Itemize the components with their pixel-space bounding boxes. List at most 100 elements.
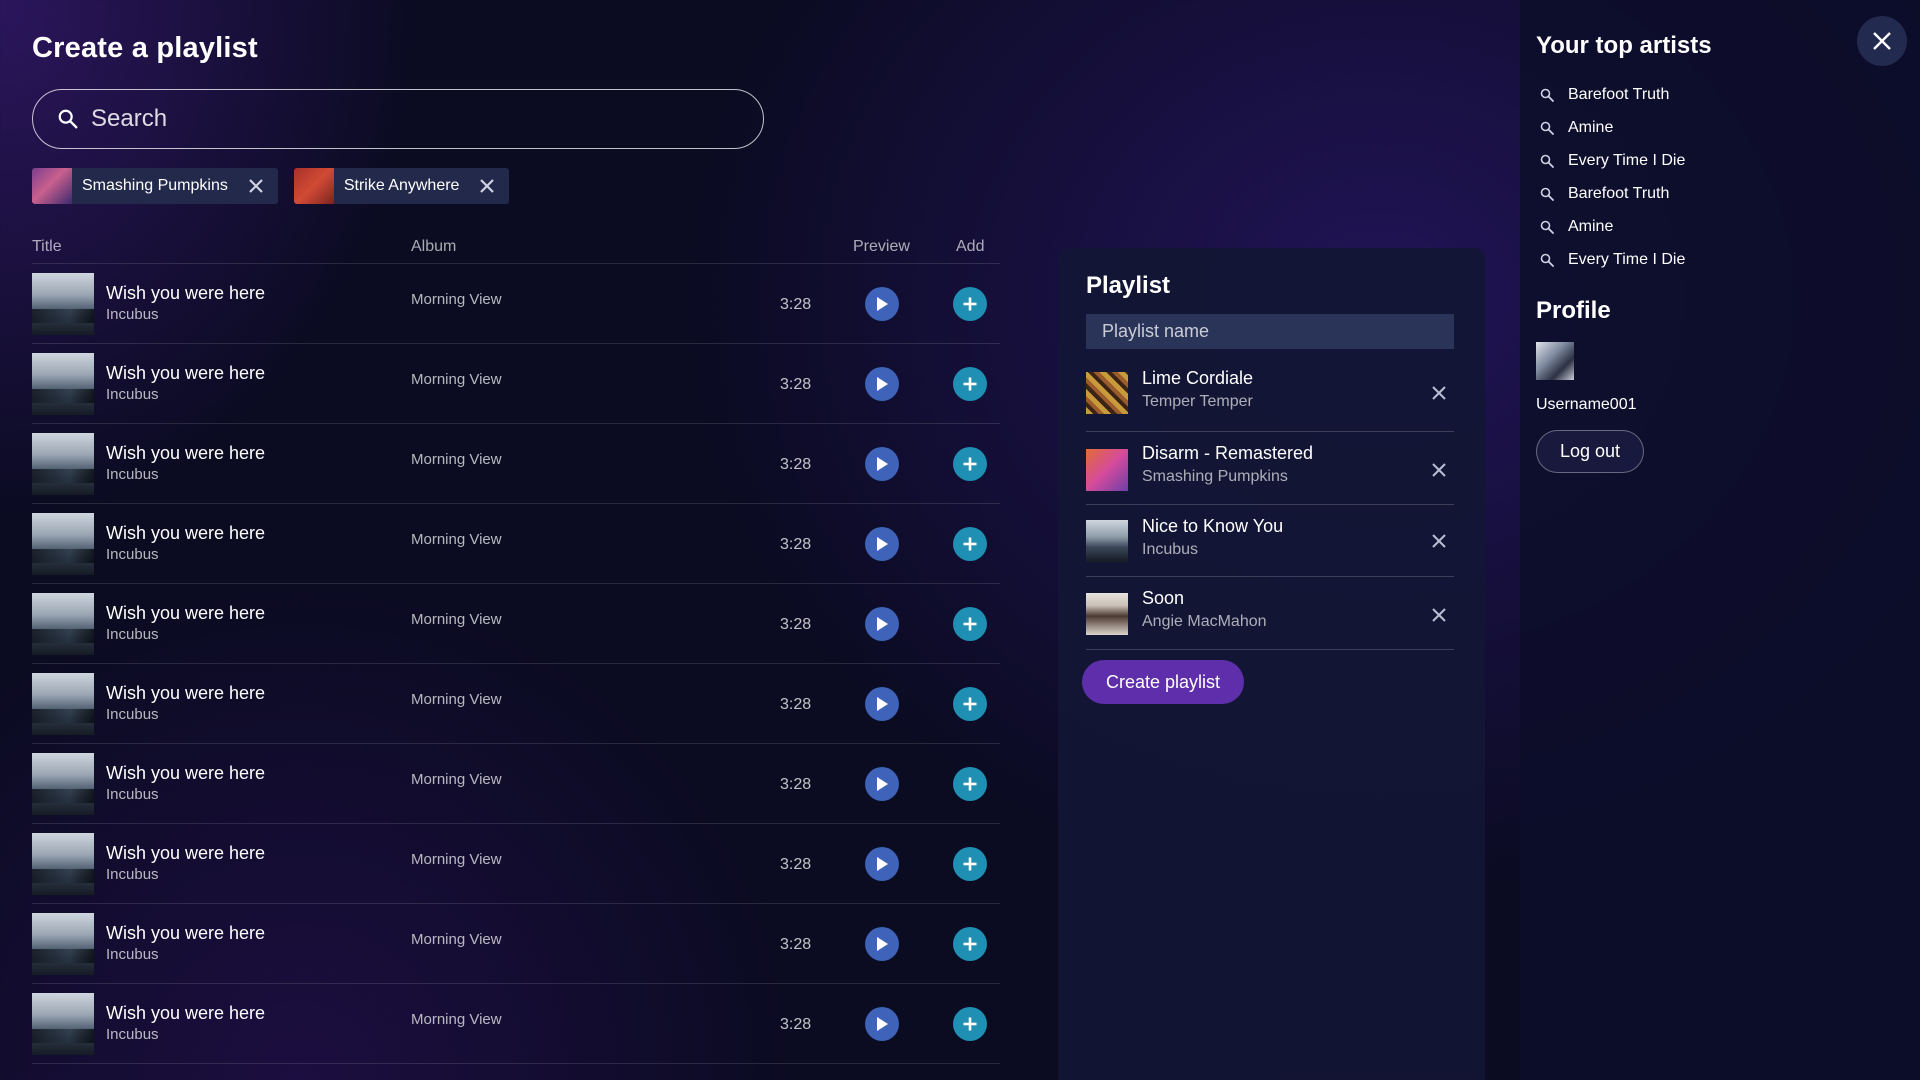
- track-artwork: [32, 353, 94, 415]
- preview-play-button[interactable]: [865, 927, 899, 961]
- top-artist-name: Barefoot Truth: [1568, 184, 1670, 202]
- add-track-button[interactable]: [953, 607, 987, 641]
- preview-play-button[interactable]: [865, 527, 899, 561]
- artist-chip: Strike Anywhere: [293, 168, 510, 204]
- track-artwork: [1086, 449, 1128, 491]
- play-icon: [877, 537, 888, 551]
- remove-chip-button[interactable]: [246, 176, 266, 196]
- create-playlist-button[interactable]: Create playlist: [1082, 660, 1245, 704]
- preview-play-button[interactable]: [865, 367, 899, 401]
- track-album: Morning View: [411, 691, 502, 708]
- table-row: Wish you were here Incubus Morning View 3:2…: [32, 744, 1000, 824]
- add-track-button[interactable]: [953, 847, 987, 881]
- profile-title: Profile: [1536, 297, 1611, 324]
- add-track-button[interactable]: [953, 447, 987, 481]
- track-artwork: [1086, 520, 1128, 562]
- x-icon: [1432, 534, 1446, 548]
- remove-chip-button[interactable]: [477, 176, 497, 196]
- add-track-button[interactable]: [953, 287, 987, 321]
- preview-play-button[interactable]: [865, 847, 899, 881]
- playlist-items: Lime Cordiale Temper Temper Disarm - Rem…: [1086, 358, 1454, 650]
- add-track-button[interactable]: [953, 767, 987, 801]
- track-title: Wish you were here: [106, 363, 266, 383]
- preview-play-button[interactable]: [865, 287, 899, 321]
- playlist-panel: Playlist Lime Cordiale Temper Temper Dis…: [1058, 248, 1485, 1080]
- playlist-song: Soon: [1142, 588, 1185, 608]
- search-bar[interactable]: [32, 89, 764, 149]
- add-track-button[interactable]: [953, 927, 987, 961]
- search-icon: [1540, 253, 1554, 267]
- play-icon: [877, 697, 888, 711]
- track-title: Wish you were here: [106, 1003, 266, 1023]
- top-artist-item[interactable]: Every Time I Die: [1540, 144, 1685, 177]
- track-album: Morning View: [411, 531, 502, 548]
- add-track-button[interactable]: [953, 1007, 987, 1041]
- remove-track-button[interactable]: [1428, 459, 1450, 481]
- table-row: Wish you were here Incubus Morning View 3:2…: [32, 504, 1000, 584]
- add-track-button[interactable]: [953, 687, 987, 721]
- plus-icon: [963, 377, 977, 391]
- top-artist-name: Amine: [1568, 118, 1614, 136]
- track-title: Wish you were here: [106, 763, 266, 783]
- preview-play-button[interactable]: [865, 687, 899, 721]
- remove-track-button[interactable]: [1428, 604, 1450, 626]
- table-row: Wish you were here Incubus Morning View 3:2…: [32, 984, 1000, 1064]
- top-artist-item[interactable]: Amine: [1540, 111, 1685, 144]
- track-artwork: [32, 673, 94, 735]
- track-album: Morning View: [411, 1011, 502, 1028]
- track-artwork: [32, 513, 94, 575]
- selected-artist-chips: Smashing Pumpkins Strike Anywhere: [32, 168, 510, 204]
- table-row: Wish you were here Incubus Morning View 3:2…: [32, 344, 1000, 424]
- remove-track-button[interactable]: [1428, 382, 1450, 404]
- track-album: Morning View: [411, 931, 502, 948]
- track-list: Wish you were here Incubus Morning View 3:2…: [32, 264, 1000, 1064]
- chip-artwork: [293, 168, 334, 204]
- plus-icon: [963, 937, 977, 951]
- top-artist-item[interactable]: Barefoot Truth: [1540, 78, 1685, 111]
- chip-label: Smashing Pumpkins: [82, 177, 228, 194]
- playlist-item: Disarm - Remastered Smashing Pumpkins: [1086, 432, 1454, 505]
- remove-track-button[interactable]: [1428, 530, 1450, 552]
- track-album: Morning View: [411, 771, 502, 788]
- track-artwork: [32, 433, 94, 495]
- track-artist: Incubus: [106, 306, 159, 323]
- chip-label: Strike Anywhere: [343, 177, 460, 194]
- track-artist: Incubus: [106, 706, 159, 723]
- preview-play-button[interactable]: [865, 767, 899, 801]
- top-artist-name: Amine: [1568, 217, 1614, 235]
- play-icon: [877, 457, 888, 471]
- play-icon: [877, 297, 888, 311]
- playlist-name-input[interactable]: [1086, 314, 1454, 349]
- add-track-button[interactable]: [953, 367, 987, 401]
- track-album: Morning View: [411, 611, 502, 628]
- track-artwork: [32, 913, 94, 975]
- plus-icon: [963, 297, 977, 311]
- track-artwork: [1086, 593, 1128, 635]
- top-artist-item[interactable]: Every Time I Die: [1540, 243, 1685, 276]
- x-icon: [480, 179, 495, 193]
- close-button[interactable]: [1857, 16, 1907, 66]
- track-album: Morning View: [411, 451, 502, 468]
- track-album: Morning View: [411, 851, 502, 868]
- table-row: Wish you were here Incubus Morning View 3:2…: [32, 584, 1000, 664]
- preview-play-button[interactable]: [865, 1007, 899, 1041]
- playlist-artist: Temper Temper: [1142, 393, 1253, 410]
- top-artist-item[interactable]: Amine: [1540, 210, 1685, 243]
- close-icon: [1873, 32, 1891, 50]
- track-artwork: [1086, 372, 1128, 414]
- track-artist: Incubus: [106, 1026, 159, 1043]
- search-input[interactable]: [91, 105, 691, 133]
- track-album: Morning View: [411, 291, 502, 308]
- preview-play-button[interactable]: [865, 447, 899, 481]
- logout-button[interactable]: Log out: [1536, 430, 1645, 473]
- track-artwork: [32, 273, 94, 335]
- track-duration: 3:28: [780, 1016, 812, 1033]
- track-duration: 3:28: [780, 776, 812, 793]
- add-track-button[interactable]: [953, 527, 987, 561]
- top-artist-item[interactable]: Barefoot Truth: [1540, 177, 1685, 210]
- top-artist-name: Every Time I Die: [1568, 250, 1686, 268]
- playlist-song: Disarm - Remastered: [1142, 443, 1314, 463]
- play-icon: [877, 937, 888, 951]
- preview-play-button[interactable]: [865, 607, 899, 641]
- search-icon: [1540, 220, 1554, 234]
